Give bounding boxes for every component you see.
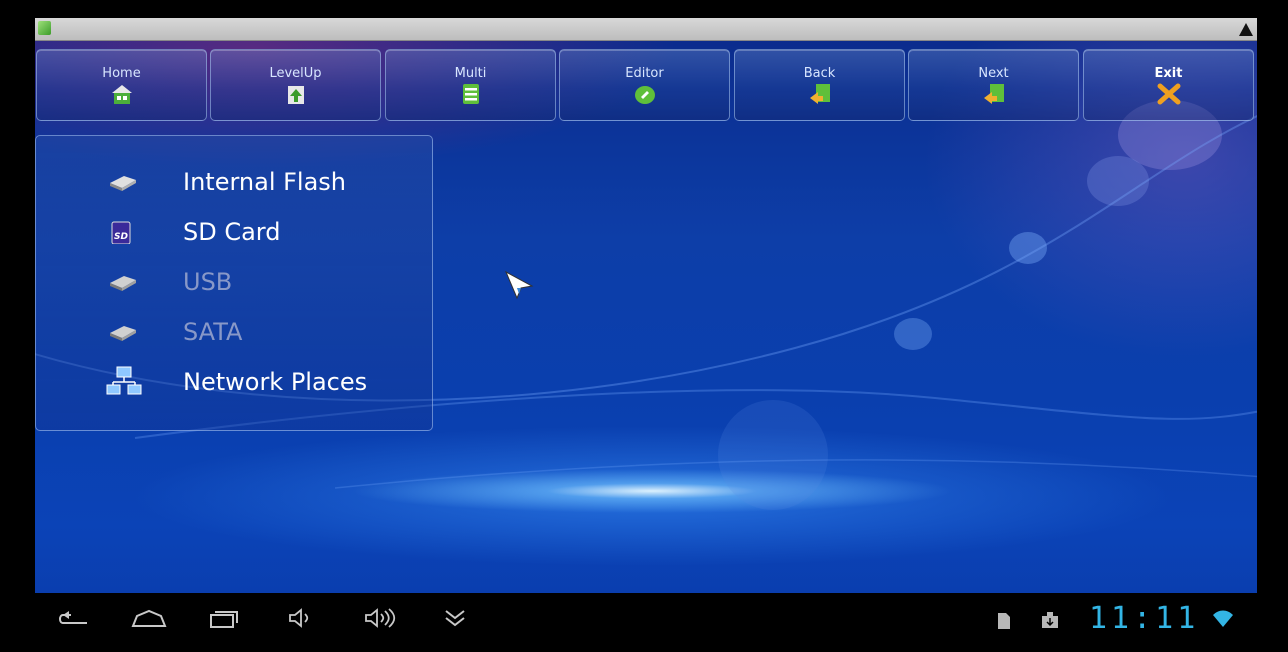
back-button[interactable]: Back bbox=[734, 49, 905, 121]
back-icon bbox=[807, 82, 833, 106]
device-label: Network Places bbox=[183, 368, 368, 396]
drive-icon bbox=[106, 320, 138, 344]
multi-button-label: Multi bbox=[454, 66, 487, 80]
mouse-cursor-icon bbox=[504, 270, 536, 306]
device-item-usb[interactable]: USB bbox=[36, 262, 432, 302]
download-icon bbox=[1041, 610, 1059, 634]
app-notification-icon bbox=[38, 21, 51, 35]
editor-button-label: Editor bbox=[625, 66, 664, 80]
multi-select-icon bbox=[458, 82, 484, 106]
home-icon bbox=[109, 82, 135, 106]
next-icon bbox=[981, 82, 1007, 106]
home-button[interactable]: Home bbox=[36, 49, 207, 121]
exit-icon bbox=[1156, 82, 1182, 106]
signal-arrow-icon bbox=[1239, 23, 1253, 36]
editor-button[interactable]: Editor bbox=[559, 49, 730, 121]
editor-icon bbox=[632, 82, 658, 106]
volume-up-icon[interactable] bbox=[363, 607, 403, 634]
device-label: SD Card bbox=[183, 218, 281, 246]
next-button-label: Next bbox=[978, 66, 1009, 80]
device-item-network-places[interactable]: Network Places bbox=[36, 362, 432, 402]
back-icon[interactable] bbox=[57, 607, 91, 634]
device-item-sata[interactable]: SATA bbox=[36, 312, 432, 352]
device-item-internal-flash[interactable]: Internal Flash bbox=[36, 162, 432, 202]
level-up-button-label: LevelUp bbox=[269, 66, 322, 80]
recent-apps-icon[interactable] bbox=[209, 607, 239, 634]
wifi-icon bbox=[1211, 607, 1235, 634]
volume-down-icon[interactable] bbox=[287, 607, 317, 634]
device-label: SATA bbox=[183, 318, 243, 346]
home-icon[interactable] bbox=[131, 607, 167, 634]
network-icon bbox=[106, 366, 142, 396]
device-item-sd-card[interactable]: SD SD Card bbox=[36, 212, 432, 252]
desktop-screen: Home LevelUp Multi Editor Back Next Exit… bbox=[35, 18, 1257, 652]
device-label: Internal Flash bbox=[183, 168, 347, 196]
exit-button-label: Exit bbox=[1154, 66, 1183, 80]
home-button-label: Home bbox=[102, 66, 141, 80]
top-status-bar bbox=[35, 18, 1257, 41]
clock: 11:11 bbox=[1089, 601, 1200, 636]
sd-card-icon bbox=[997, 611, 1011, 635]
back-button-label: Back bbox=[803, 66, 836, 80]
sd-card-icon-text: SD bbox=[114, 232, 128, 242]
level-up-button[interactable]: LevelUp bbox=[210, 49, 381, 121]
system-navigation-bar: 11:11 bbox=[35, 593, 1257, 652]
drive-icon bbox=[106, 170, 138, 194]
storage-device-panel: Internal Flash SD SD Card USB SATA Netwo… bbox=[35, 135, 433, 431]
level-up-icon bbox=[283, 82, 309, 106]
multi-button[interactable]: Multi bbox=[385, 49, 556, 121]
device-label: USB bbox=[183, 268, 233, 296]
exit-button[interactable]: Exit bbox=[1083, 49, 1254, 121]
drive-icon bbox=[106, 270, 138, 294]
expand-icon[interactable] bbox=[443, 607, 469, 634]
toolbar: Home LevelUp Multi Editor Back Next Exit bbox=[35, 49, 1257, 123]
next-button[interactable]: Next bbox=[908, 49, 1079, 121]
sd-card-icon: SD bbox=[106, 220, 138, 245]
